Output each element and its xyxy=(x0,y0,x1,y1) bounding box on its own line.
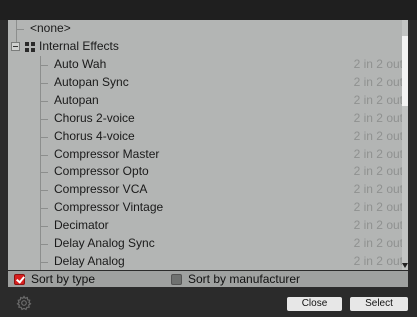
list-item[interactable]: Delay Analog 2 in 2 out xyxy=(8,253,408,270)
io-label: 2 in 2 out xyxy=(353,218,403,233)
item-label: Chorus 2-voice xyxy=(54,110,135,125)
tree-line xyxy=(40,65,48,66)
io-label: 2 in 2 out xyxy=(353,128,403,143)
group-internal-effects[interactable]: Internal Effects xyxy=(8,38,408,56)
tree-line xyxy=(40,208,48,210)
io-label: 2 in 2 out xyxy=(353,57,403,71)
item-label: Decimator xyxy=(54,218,109,233)
tree-line xyxy=(40,136,48,138)
item-label: Compressor Opto xyxy=(54,164,149,179)
list-item[interactable]: Compressor Vintage 2 in 2 out xyxy=(8,199,408,217)
effects-list[interactable]: <none> Internal Effects Auto Wah 2 in 2 o… xyxy=(8,20,408,270)
gear-icon[interactable] xyxy=(16,295,32,311)
io-label: 2 in 2 out xyxy=(353,200,403,215)
list-item[interactable]: Chorus 4-voice 2 in 2 out xyxy=(8,128,408,146)
io-label: 2 in 2 out xyxy=(353,74,403,89)
list-item[interactable]: Compressor Opto 2 in 2 out xyxy=(8,163,408,181)
item-label: Autopan xyxy=(54,92,99,107)
list-item[interactable]: Compressor Master 2 in 2 out xyxy=(8,146,408,164)
scroll-down-arrow-icon[interactable] xyxy=(402,263,408,268)
effects-tree: <none> Internal Effects Auto Wah 2 in 2 o… xyxy=(8,20,408,270)
select-button[interactable]: Select xyxy=(350,297,408,311)
list-item[interactable]: Decimator 2 in 2 out xyxy=(8,217,408,235)
vertical-scrollbar[interactable] xyxy=(402,20,408,270)
group-label: Internal Effects xyxy=(39,39,119,53)
io-label: 2 in 2 out xyxy=(353,92,403,107)
sort-by-manufacturer-label[interactable]: Sort by manufacturer xyxy=(188,272,300,286)
item-label: <none> xyxy=(30,21,71,35)
list-item[interactable]: Auto Wah 2 in 2 out xyxy=(8,56,408,74)
item-label: Compressor Vintage xyxy=(54,200,164,215)
list-item[interactable]: Autopan Sync 2 in 2 out xyxy=(8,74,408,92)
tree-line xyxy=(40,100,48,102)
grid-icon xyxy=(25,42,35,52)
sort-by-manufacturer-checkbox[interactable] xyxy=(171,274,182,285)
item-label: Delay Analog xyxy=(54,253,125,268)
list-item[interactable]: Delay Analog Sync 2 in 2 out xyxy=(8,235,408,253)
tree-line xyxy=(40,118,48,120)
tree-line xyxy=(40,82,48,84)
item-label: Delay Analog Sync xyxy=(54,236,155,250)
list-item[interactable]: Compressor VCA 2 in 2 out xyxy=(8,181,408,199)
sort-by-type-checkbox[interactable] xyxy=(14,274,25,285)
collapse-icon[interactable] xyxy=(11,42,20,51)
item-label: Auto Wah xyxy=(54,57,107,71)
sort-by-type-label[interactable]: Sort by type xyxy=(31,272,95,286)
io-label: 2 in 2 out xyxy=(353,146,403,161)
item-label: Compressor Master xyxy=(54,146,160,161)
list-item[interactable]: Autopan 2 in 2 out xyxy=(8,92,408,110)
item-label: Chorus 4-voice xyxy=(54,128,135,143)
tree-line xyxy=(40,226,48,228)
io-label: 2 in 2 out xyxy=(353,164,403,179)
io-label: 2 in 2 out xyxy=(353,236,403,250)
tree-line xyxy=(40,261,48,263)
title-bar xyxy=(0,0,417,20)
sort-options: Sort by type Sort by manufacturer xyxy=(8,271,408,287)
list-item-none[interactable]: <none> xyxy=(8,20,408,38)
item-label: Compressor VCA xyxy=(54,182,148,197)
tree-line xyxy=(40,244,48,245)
tree-line xyxy=(40,172,48,174)
io-label: 2 in 2 out xyxy=(353,253,403,268)
close-button[interactable]: Close xyxy=(287,297,342,311)
item-label: Autopan Sync xyxy=(54,74,129,89)
io-label: 2 in 2 out xyxy=(353,110,403,125)
list-item[interactable]: Chorus 2-voice 2 in 2 out xyxy=(8,110,408,128)
tree-line xyxy=(40,154,48,156)
scrollbar-thumb[interactable] xyxy=(402,36,408,106)
io-label: 2 in 2 out xyxy=(353,182,403,197)
tree-line xyxy=(40,190,48,192)
dialog-footer: Close Select xyxy=(0,288,417,317)
